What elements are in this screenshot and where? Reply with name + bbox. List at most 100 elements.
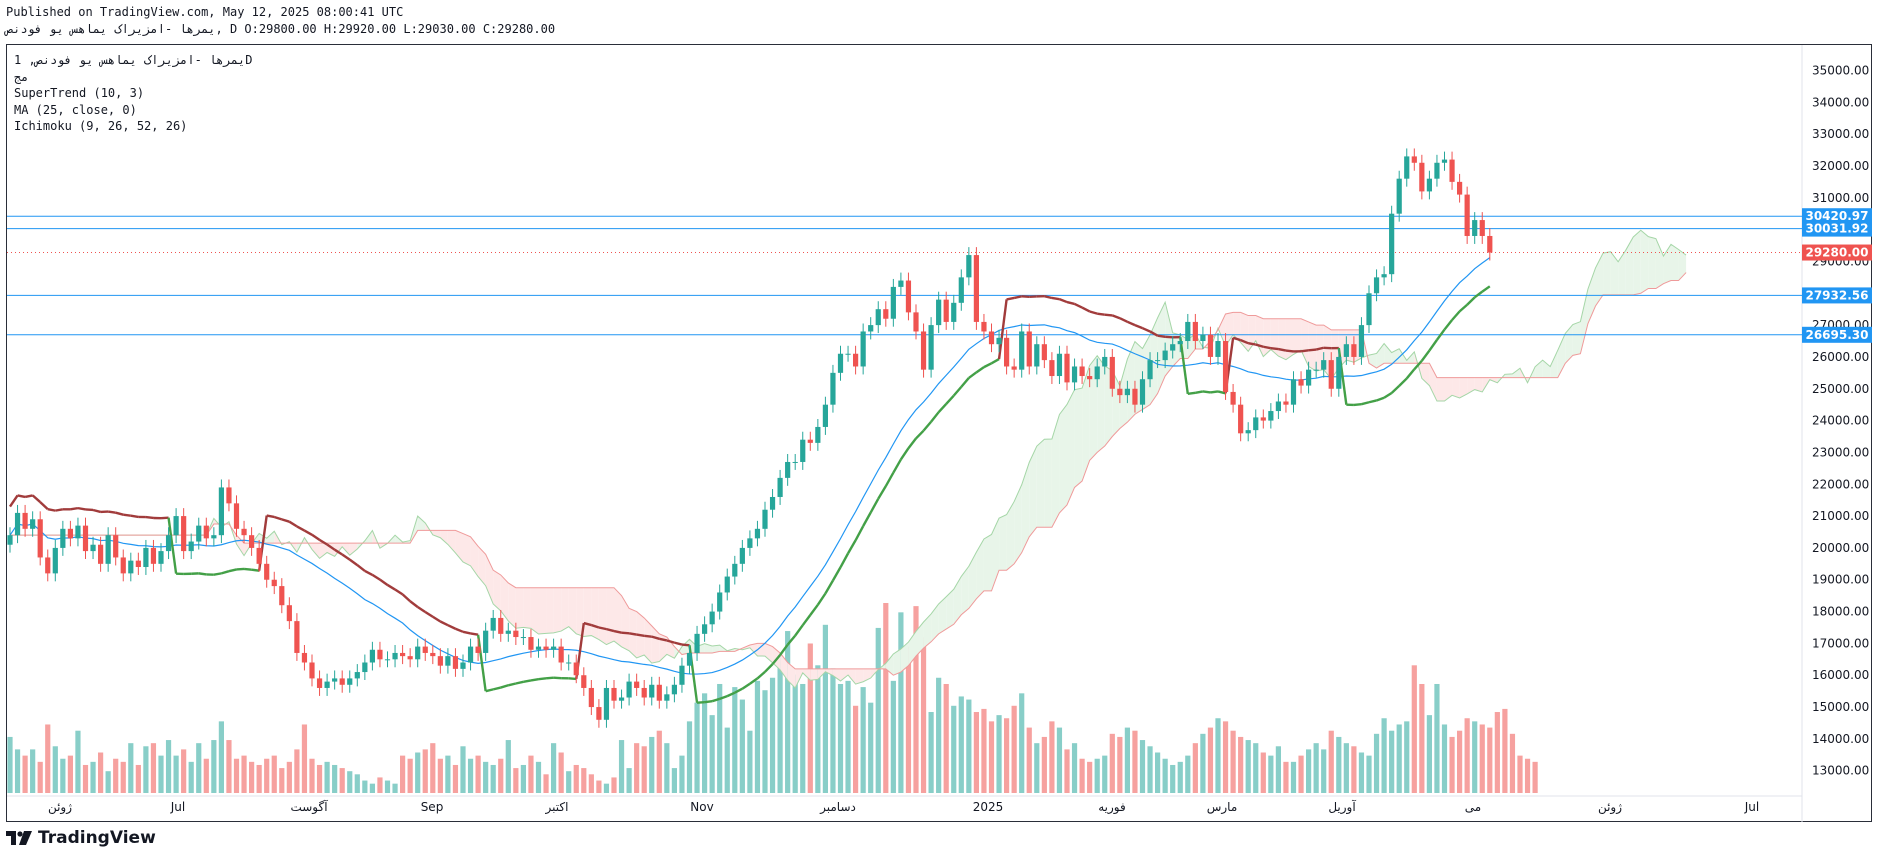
- supertrend-segment: [1066, 300, 1075, 306]
- level-price-label: 27932.56: [1805, 288, 1868, 302]
- volume-bar: [1328, 730, 1334, 793]
- legend-ma[interactable]: MA (25, close, 0): [14, 102, 252, 119]
- volume-bar: [920, 637, 927, 793]
- volume-bar: [1207, 727, 1214, 793]
- candle-body: [324, 681, 330, 688]
- volume-bar: [301, 724, 308, 793]
- candle-body: [354, 672, 360, 679]
- candle-body: [1192, 321, 1198, 342]
- volume-bar: [905, 646, 912, 793]
- supertrend-segment: [659, 637, 668, 642]
- supertrend-segment: [130, 514, 139, 519]
- candle-body: [505, 630, 511, 634]
- supertrend-segment: [55, 508, 64, 512]
- volume-bar: [1019, 693, 1025, 793]
- legend-symbol[interactable]: یمرها -امزیراک یماهس یو فودنص, 1D: [14, 52, 252, 69]
- supertrend-segment: [77, 506, 86, 511]
- price-chart[interactable]: 13000.00 14000.00 15000.00 16000.00 17000.00…: [0, 0, 1878, 858]
- supertrend-segment: [115, 511, 124, 516]
- supertrend-segment: [364, 569, 373, 576]
- x-tick-label: فوریه: [1098, 800, 1126, 815]
- supertrend-segment: [756, 670, 766, 680]
- candle-body: [1049, 360, 1055, 377]
- volume-bar: [445, 755, 451, 793]
- candle-body: [1441, 159, 1448, 163]
- candle-body: [1155, 360, 1161, 362]
- candle-body: [90, 544, 96, 552]
- ichimoku-cloud-segment: [1240, 312, 1249, 352]
- supertrend-segment: [492, 686, 502, 691]
- legend-ichimoku[interactable]: Ichimoku (9, 26, 52, 26): [14, 118, 252, 135]
- candle-body: [739, 547, 745, 564]
- volume-bar: [1509, 733, 1516, 793]
- candle-body: [150, 547, 157, 564]
- candle-body: [452, 656, 459, 669]
- candle-body: [445, 656, 451, 666]
- volume-bar: [1366, 755, 1372, 793]
- volume-bar: [988, 721, 995, 793]
- volume-bar: [875, 627, 881, 793]
- candle-body: [1426, 178, 1432, 192]
- volume-bar: [377, 777, 383, 793]
- candle-body: [626, 681, 632, 698]
- y-tick-label: 35000.00: [1812, 63, 1869, 77]
- supertrend-segment: [545, 676, 554, 680]
- supertrend-segment: [1165, 335, 1173, 339]
- volume-bar: [286, 761, 292, 793]
- ichimoku-cloud-segment: [530, 587, 539, 634]
- supertrend-segment: [1473, 290, 1483, 299]
- volume-bar: [973, 712, 979, 793]
- volume-bar: [165, 740, 172, 793]
- candle-body: [1132, 388, 1138, 405]
- supertrend-segment: [1451, 310, 1461, 321]
- ichimoku-cloud-segment: [1051, 414, 1060, 528]
- volume-bar: [98, 752, 104, 793]
- candle-body: [853, 353, 859, 367]
- candle-body: [1260, 417, 1266, 421]
- y-tick-label: 14000.00: [1812, 732, 1869, 746]
- volume-bar: [618, 740, 625, 793]
- ichimoku-cloud-segment: [1603, 251, 1611, 295]
- candle-body: [996, 337, 1002, 345]
- y-tick-label: 13000.00: [1812, 764, 1869, 778]
- supertrend-segment: [1195, 390, 1204, 395]
- volume-bar: [30, 749, 36, 793]
- candle-body: [1019, 331, 1025, 370]
- candle-body: [769, 496, 776, 510]
- ichimoku-cloud-segment: [1293, 318, 1302, 355]
- candle-body: [1472, 220, 1478, 236]
- legend-supertrend[interactable]: SuperTrend (10, 3): [14, 85, 252, 102]
- candle-body: [332, 678, 338, 682]
- ichimoku-cloud-segment: [1255, 315, 1264, 357]
- volume-bar: [150, 743, 157, 793]
- candle-body: [203, 525, 209, 539]
- candle-body: [1336, 356, 1342, 389]
- candle-body: [679, 665, 685, 685]
- candle-body: [211, 535, 217, 539]
- volume-bar: [958, 696, 964, 793]
- ichimoku-cloud-segment: [319, 543, 328, 559]
- volume-bar: [1147, 746, 1153, 793]
- volume-bar: [1449, 736, 1455, 793]
- supertrend-segment: [1270, 346, 1279, 351]
- supertrend-segment: [296, 525, 306, 532]
- ichimoku-cloud-segment: [1633, 230, 1641, 295]
- supertrend-segment: [70, 506, 79, 511]
- candle-body: [1185, 321, 1191, 342]
- supertrend-segment: [877, 485, 887, 500]
- volume-bar: [241, 755, 247, 793]
- y-tick-label: 34000.00: [1812, 95, 1869, 109]
- volume-bar: [1373, 733, 1380, 793]
- supertrend-segment: [1481, 285, 1491, 293]
- candle-body: [165, 535, 172, 552]
- volume-bar: [1162, 758, 1168, 793]
- volume-bar: [188, 761, 194, 793]
- volume-bar: [392, 783, 398, 793]
- ichimoku-cloud-segment: [1648, 236, 1656, 289]
- supertrend-segment: [1044, 295, 1053, 300]
- candle-body: [1464, 194, 1470, 236]
- supertrend-segment: [303, 529, 313, 536]
- x-tick-label: Jul: [170, 800, 185, 814]
- ichimoku-cloud-segment: [1444, 377, 1453, 401]
- candle-body: [702, 624, 708, 634]
